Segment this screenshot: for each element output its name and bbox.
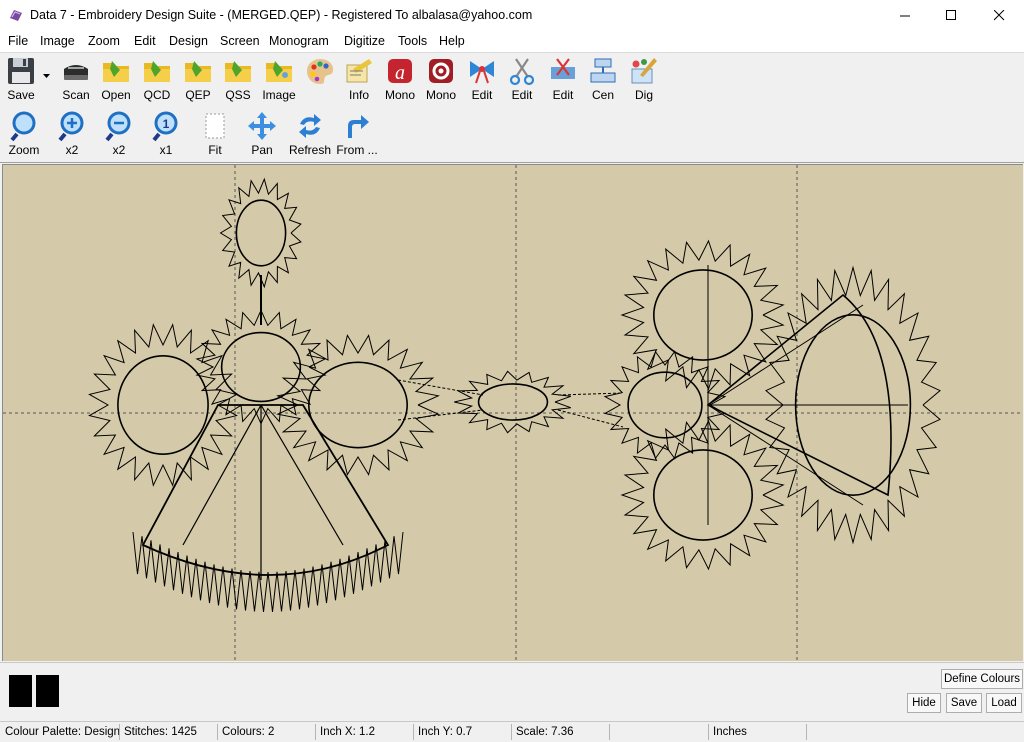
floppy-disk-icon: [8, 58, 34, 84]
zoom-actual-button[interactable]: 1 x1: [146, 107, 186, 162]
maximize-icon: [945, 10, 956, 20]
zoom-in-button[interactable]: x2: [52, 107, 92, 162]
digitize-icon: [631, 58, 657, 84]
zoom-out-button[interactable]: x2: [99, 107, 139, 162]
zoom-in-icon: [58, 111, 84, 142]
open-image-button[interactable]: Image: [259, 52, 299, 107]
digitize-button[interactable]: Dig: [624, 52, 664, 107]
stitch-bow-knot: [454, 370, 571, 434]
colour-swatch-1[interactable]: [9, 675, 32, 707]
window-title: Data 7 - Embroidery Design Suite - (MERG…: [30, 8, 533, 22]
colour-palette-panel: Define Colours Hide Save Load: [0, 662, 1024, 721]
stitch-bell-bottom: [620, 419, 785, 571]
status-colours: Colours: 2: [217, 724, 274, 740]
menu-zoom[interactable]: Zoom: [88, 34, 120, 48]
status-inch-y: Inch Y: 0.7: [413, 724, 472, 740]
refresh-button[interactable]: Refresh: [289, 107, 331, 162]
status-units: Inches: [708, 724, 747, 740]
menu-image[interactable]: Image: [40, 34, 75, 48]
stitch-head: [219, 177, 302, 289]
svg-text:1: 1: [163, 117, 170, 131]
title-bar: Data 7 - Embroidery Design Suite - (MERG…: [0, 0, 1024, 31]
stitch-bell-top: [620, 239, 785, 391]
status-blank: [609, 724, 709, 740]
menu-help[interactable]: Help: [439, 34, 465, 48]
status-stitches: Stitches: 1425: [119, 724, 197, 740]
folder-icon: [225, 61, 251, 82]
from-button[interactable]: From ...: [336, 107, 378, 162]
center-icon: [590, 58, 616, 83]
info-note-icon: [346, 59, 372, 83]
menu-edit[interactable]: Edit: [134, 34, 156, 48]
palette-icon: [307, 59, 334, 84]
folder-image-icon: [266, 61, 292, 82]
status-bar: Colour Palette: Design Stitches: 1425 Co…: [0, 721, 1024, 742]
menu-monogram[interactable]: Monogram: [269, 34, 329, 48]
menu-digitize[interactable]: Digitize: [344, 34, 385, 48]
stitch-head-outline: [235, 199, 287, 267]
monogram-a-icon: a: [388, 59, 412, 84]
main-toolbar: Save Scan Open QCD QEP QSS Image Info a …: [0, 52, 1024, 107]
scanner-icon: [64, 65, 88, 80]
zoom-button[interactable]: Zoom: [4, 107, 44, 162]
redo-arrow-icon: [348, 115, 369, 138]
magnifier-icon: [10, 111, 36, 142]
refresh-icon: [299, 114, 321, 138]
palette-load-button[interactable]: Load: [986, 693, 1022, 713]
close-icon: [993, 10, 1004, 21]
zoom-toolbar: Zoom x2 x2 1 x1 Fit Pan Refresh From ...: [0, 107, 1024, 163]
hide-button[interactable]: Hide: [907, 693, 941, 713]
stitch-left-wing-outline: [117, 355, 209, 456]
maximize-button[interactable]: [928, 0, 974, 31]
stitch-right-wing-outline: [307, 361, 408, 449]
fit-button[interactable]: Fit: [195, 107, 235, 162]
save-button[interactable]: Save: [1, 52, 41, 107]
minimize-button[interactable]: [882, 0, 928, 31]
stitch-dress: [141, 404, 390, 576]
minimize-icon: [899, 15, 910, 17]
design-canvas[interactable]: [2, 164, 1023, 661]
stitch-bell-top-outline: [652, 269, 753, 361]
menu-design[interactable]: Design: [169, 34, 208, 48]
colour-swatch-2[interactable]: [36, 675, 59, 707]
save-dropdown-icon[interactable]: [43, 74, 50, 79]
status-palette: Colour Palette: Design: [5, 726, 121, 738]
stitch-bell-bottom-outline: [652, 449, 753, 541]
menu-screen[interactable]: Screen: [220, 34, 260, 48]
palette-save-button[interactable]: Save: [946, 693, 982, 713]
stitch-dress-hem: [132, 531, 404, 612]
monogram-gear-icon: [429, 59, 453, 83]
define-colours-button[interactable]: Define Colours: [941, 669, 1023, 689]
pan-arrows-icon: [248, 112, 276, 140]
folder-icon: [185, 61, 211, 82]
folder-icon: [144, 61, 170, 82]
folder-icon: [103, 61, 129, 82]
status-empty: [806, 724, 1021, 740]
stitch-bell-body: [706, 293, 892, 497]
stitch-left-wing: [88, 323, 238, 487]
zoom-one-icon: 1: [152, 111, 178, 142]
app-icon: [10, 10, 22, 21]
fit-page-icon: [205, 113, 225, 139]
menu-file[interactable]: File: [8, 34, 28, 48]
stitch-face-outline: [220, 331, 302, 403]
cut-edit-icon: [551, 58, 575, 79]
pan-button[interactable]: Pan: [242, 107, 282, 162]
close-button[interactable]: [976, 0, 1022, 31]
menu-tools[interactable]: Tools: [398, 34, 427, 48]
menu-bar: File Image Zoom Edit Design Screen Monog…: [0, 31, 1024, 53]
status-inch-x: Inch X: 1.2: [315, 724, 375, 740]
bow-edit-icon: [470, 61, 494, 84]
stitch-bow-knot-outline: [477, 383, 549, 421]
scissors-icon: [509, 58, 535, 86]
status-scale: Scale: 7.36: [511, 724, 574, 740]
grid-lines: [3, 165, 1023, 661]
svg-text:a: a: [395, 62, 405, 84]
stitch-paths: [88, 177, 941, 612]
zoom-out-icon: [105, 111, 131, 142]
embroidery-design: [3, 165, 1023, 661]
